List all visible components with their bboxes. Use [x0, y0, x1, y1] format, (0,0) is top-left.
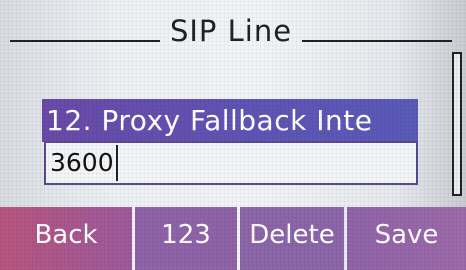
setting-value-input[interactable]: 3600 — [44, 141, 418, 185]
screen-header: SIP Line — [8, 14, 454, 54]
header-divider-right — [302, 40, 452, 42]
selected-setting-label[interactable]: 12. Proxy Fallback Inte — [42, 99, 418, 142]
back-softkey[interactable]: Back — [0, 207, 132, 270]
scrollbar[interactable] — [452, 52, 462, 196]
input-mode-softkey[interactable]: 123 — [135, 207, 237, 270]
setting-editor: 12. Proxy Fallback Inte 3600 — [40, 99, 420, 199]
delete-softkey[interactable]: Delete — [240, 207, 344, 270]
phone-lcd-screen: SIP Line 12. Proxy Fallback Inte 3600 Ba… — [0, 0, 466, 270]
header-divider-left — [10, 40, 160, 42]
setting-value-text: 3600 — [48, 145, 118, 181]
save-softkey[interactable]: Save — [347, 207, 466, 270]
softkey-bar: Back 123 Delete Save — [0, 207, 466, 270]
screen-title: SIP Line — [169, 14, 293, 48]
